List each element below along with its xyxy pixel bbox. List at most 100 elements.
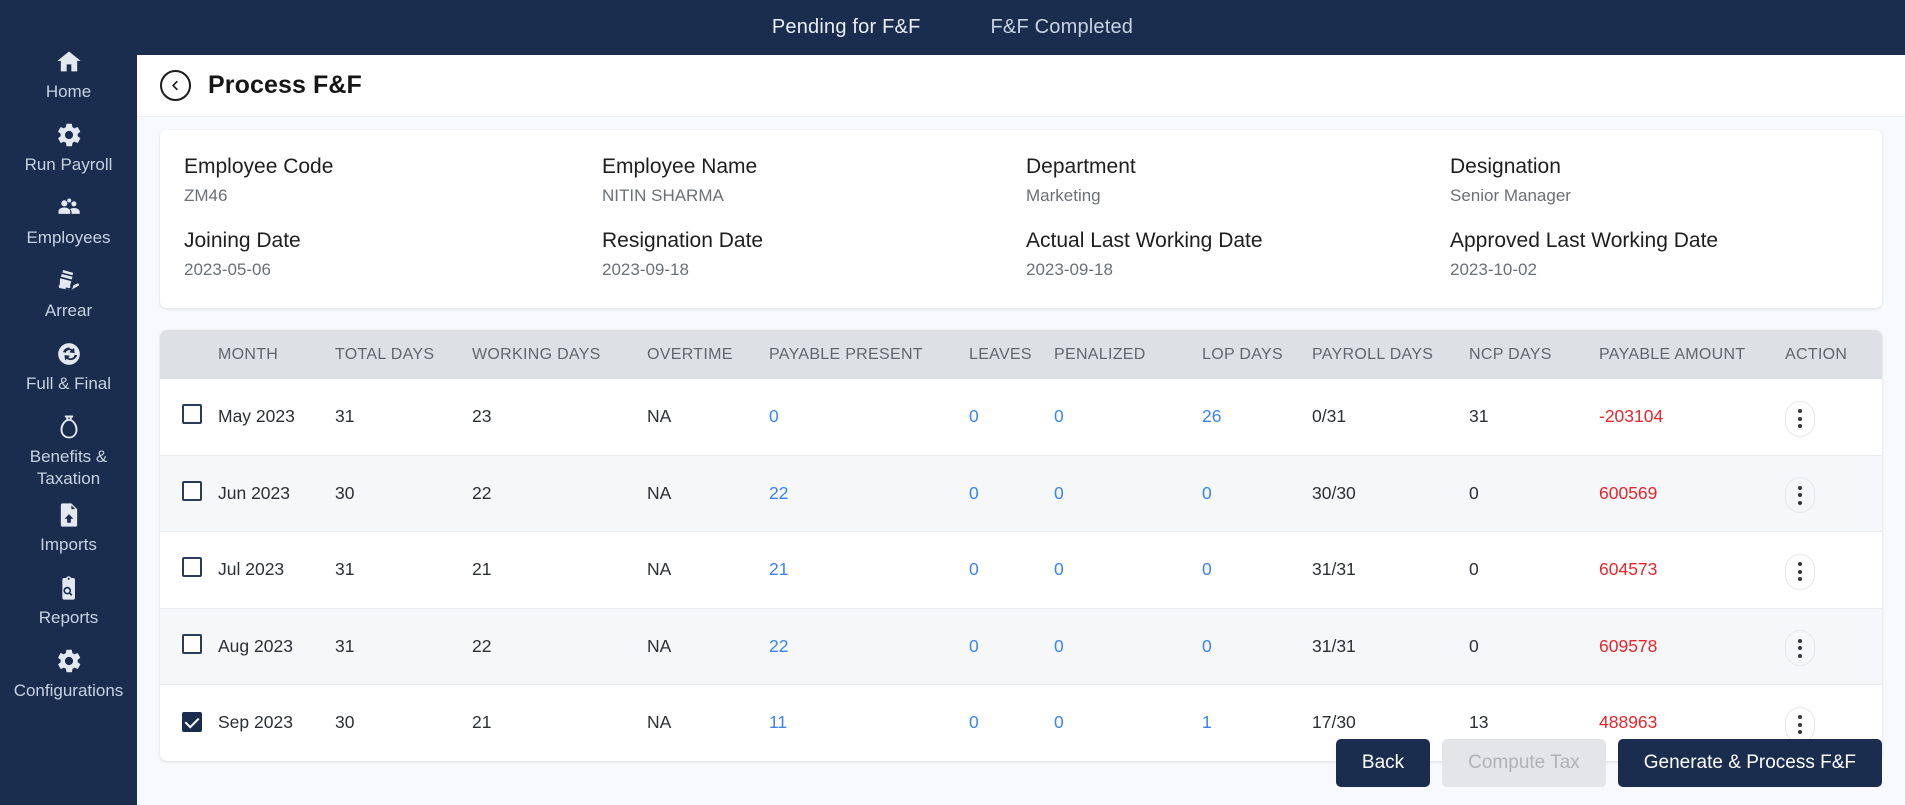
cell-value[interactable]: 22 xyxy=(769,636,788,656)
cell-value[interactable]: 0 xyxy=(1054,712,1064,732)
row-more-options-icon[interactable] xyxy=(1785,400,1815,437)
cell-payable-present[interactable]: 22 xyxy=(769,455,969,532)
sidebar-item-configurations[interactable]: Configurations xyxy=(0,647,137,709)
cell-value[interactable]: 11 xyxy=(769,712,787,732)
cell-value[interactable]: 0 xyxy=(1054,483,1064,503)
cell-payable-present[interactable]: 21 xyxy=(769,532,969,609)
cell-value: 21 xyxy=(472,712,492,733)
cell-lop-days[interactable]: 0 xyxy=(1202,608,1312,685)
cell-value[interactable]: 26 xyxy=(1202,406,1221,426)
top-tab-pending-for-ff[interactable]: Pending for F&F xyxy=(766,12,927,43)
row-checkbox[interactable] xyxy=(182,712,202,732)
cell-lop-days[interactable]: 0 xyxy=(1202,532,1312,609)
sidebar-item-arrear[interactable]: Arrear xyxy=(0,267,137,329)
back-arrow-circle-icon[interactable] xyxy=(160,70,191,101)
cell-overtime: NA xyxy=(647,685,769,761)
sidebar-item-label: Full & Final xyxy=(25,374,112,393)
cell-penalized[interactable]: 0 xyxy=(1054,608,1202,685)
column-header-ncp-days: NCP DAYS xyxy=(1469,346,1552,363)
cell-value[interactable]: 0 xyxy=(969,559,979,579)
cell-working-days: 21 xyxy=(472,532,647,609)
cell-value: 488963 xyxy=(1599,712,1658,733)
sidebar-item-home[interactable]: Home xyxy=(0,48,137,110)
sidebar-item-imports[interactable]: Imports xyxy=(0,501,137,563)
cell-value: May 2023 xyxy=(218,406,295,427)
row-more-options-icon[interactable] xyxy=(1785,706,1815,743)
cell-month: Aug 2023 xyxy=(218,608,335,685)
cell-ncp-days: 0 xyxy=(1469,532,1599,609)
sidebar-item-employees[interactable]: Employees xyxy=(0,194,137,256)
cell-value[interactable]: 0 xyxy=(1202,559,1212,579)
sidebar-navigation: Home Run Payroll Employees Arrear Full & Fin… xyxy=(0,0,137,805)
cell-value[interactable]: 0 xyxy=(969,636,979,656)
home-icon xyxy=(55,48,83,76)
sidebar-item-run-payroll[interactable]: Run Payroll xyxy=(0,121,137,183)
cell-value[interactable]: 0 xyxy=(969,483,979,503)
gear-icon xyxy=(55,121,83,149)
cell-value[interactable]: 1 xyxy=(1202,712,1212,732)
cell-leaves[interactable]: 0 xyxy=(969,455,1054,532)
row-checkbox[interactable] xyxy=(182,404,202,425)
cell-value[interactable]: 0 xyxy=(1054,406,1064,426)
cell-value[interactable]: 0 xyxy=(1202,636,1212,656)
cell-payable-present[interactable]: 11 xyxy=(769,685,969,761)
cell-value[interactable]: 22 xyxy=(769,483,788,503)
row-more-options-icon[interactable] xyxy=(1785,630,1815,666)
cell-payroll-days: 0/31 xyxy=(1312,379,1469,455)
cell-lop-days[interactable]: 26 xyxy=(1202,379,1312,455)
back-button[interactable]: Back xyxy=(1335,739,1431,787)
row-checkbox[interactable] xyxy=(182,480,202,501)
cell-action xyxy=(1785,379,1882,455)
cell-value[interactable]: 0 xyxy=(1054,559,1064,579)
cell-value: 13 xyxy=(1469,712,1489,733)
cell-payable-present[interactable]: 22 xyxy=(769,608,969,685)
cell-penalized[interactable]: 0 xyxy=(1054,532,1202,609)
sidebar-item-label: Reports xyxy=(38,608,99,627)
cell-value: 31/31 xyxy=(1312,559,1356,580)
cell-payable-amount: -203104 xyxy=(1599,379,1785,455)
cell-penalized[interactable]: 0 xyxy=(1054,379,1202,455)
cell-leaves[interactable]: 0 xyxy=(969,685,1054,761)
top-tab-ff-completed[interactable]: F&F Completed xyxy=(984,12,1139,43)
cell-total-days: 31 xyxy=(335,608,472,685)
employee-field-value: NITIN SHARMA xyxy=(602,186,724,205)
table-head: MONTH TOTAL DAYS WORKING DAYS OVERTIME PAYAB… xyxy=(160,330,1882,379)
cell-value: -203104 xyxy=(1599,406,1664,427)
row-checkbox[interactable] xyxy=(182,633,202,654)
cell-value: 23 xyxy=(472,406,492,427)
cell-value[interactable]: 0 xyxy=(1202,483,1212,503)
row-more-options-icon[interactable] xyxy=(1785,477,1815,513)
generate-process-ff-button[interactable]: Generate & Process F&F xyxy=(1617,739,1882,787)
cell-month: Jul 2023 xyxy=(218,532,335,609)
cell-penalized[interactable]: 0 xyxy=(1054,685,1202,761)
cell-payable-amount: 604573 xyxy=(1599,532,1785,609)
row-more-options-icon[interactable] xyxy=(1785,553,1815,590)
cell-value[interactable]: 0 xyxy=(969,406,979,426)
cell-payable-present[interactable]: 0 xyxy=(769,379,969,455)
cell-value: 30 xyxy=(335,482,355,503)
cell-value: 609578 xyxy=(1599,635,1658,656)
cell-leaves[interactable]: 0 xyxy=(969,379,1054,455)
cell-lop-days[interactable]: 1 xyxy=(1202,685,1312,761)
cell-value[interactable]: 0 xyxy=(969,712,979,732)
cell-value: 600569 xyxy=(1599,482,1658,503)
employee-field: Employee Name NITIN SHARMA xyxy=(584,152,1008,210)
cell-value[interactable]: 0 xyxy=(1054,636,1064,656)
sidebar-item-benefits-taxation[interactable]: Benefits & Taxation xyxy=(0,413,137,490)
row-checkbox[interactable] xyxy=(182,557,202,578)
cell-value[interactable]: 0 xyxy=(769,406,779,426)
cell-leaves[interactable]: 0 xyxy=(969,608,1054,685)
cell-value: NA xyxy=(647,482,672,503)
cell-lop-days[interactable]: 0 xyxy=(1202,455,1312,532)
refresh-circle-icon xyxy=(55,340,83,368)
cell-leaves[interactable]: 0 xyxy=(969,532,1054,609)
sidebar-item-reports[interactable]: Reports xyxy=(0,574,137,636)
cell-payroll-days: 30/30 xyxy=(1312,455,1469,532)
table-body: May 2023 31 23 NA 0 0 0 26 0/31 31 -203104 Jun 2023… xyxy=(160,379,1882,761)
sidebar-item-full-final[interactable]: Full & Final xyxy=(0,340,137,402)
cell-value: 0 xyxy=(1469,559,1479,580)
cell-value[interactable]: 21 xyxy=(769,559,788,579)
table-row: Jul 2023 31 21 NA 21 0 0 0 31/31 0 604573 xyxy=(160,532,1882,609)
cell-penalized[interactable]: 0 xyxy=(1054,455,1202,532)
gear-icon xyxy=(55,647,83,675)
